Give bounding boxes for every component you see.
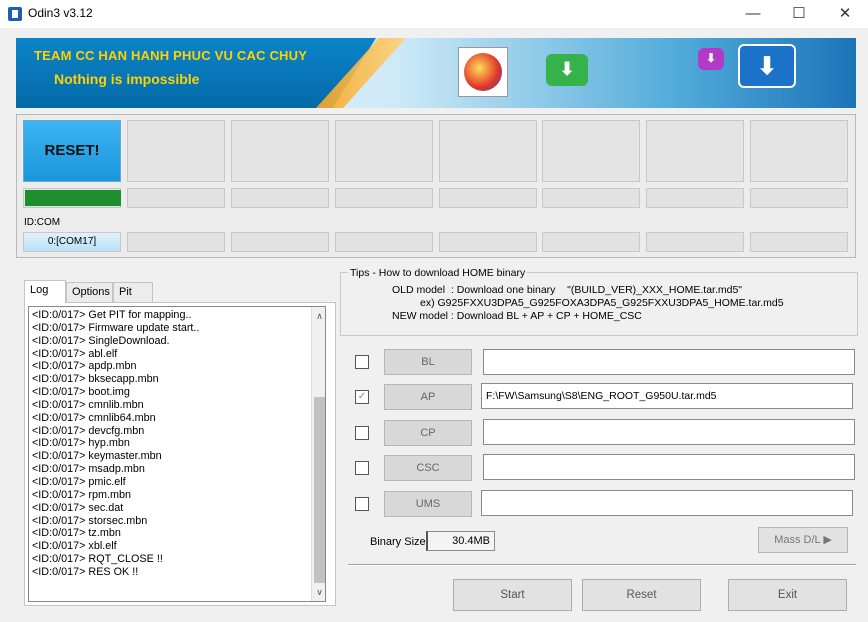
device-slot-4 [335,120,433,182]
com-port-5 [439,232,537,252]
com-port-8 [750,232,848,252]
com-port-1: 0:[COM17] [23,232,121,252]
com-port-4 [335,232,433,252]
com-port-6 [542,232,640,252]
tips-old-model: OLD model : Download one binary "(BUILD_… [392,284,743,296]
progress-bar-2 [127,188,225,208]
log-line: <ID:0/017> apdp.mbn [32,360,137,373]
ums-path-field[interactable] [481,490,853,516]
log-scrollbar[interactable]: ∧ ∨ [311,307,325,601]
device-slot-6 [542,120,640,182]
id-com-label: ID:COM [24,217,61,228]
progress-bar-4 [335,188,433,208]
log-line: <ID:0/017> Get PIT for mapping.. [32,309,192,321]
com-port-7 [646,232,744,252]
exit-button[interactable]: Exit [728,579,847,611]
separator [348,564,856,566]
maximize-icon[interactable]: ☐ [776,0,822,28]
csc-path-field[interactable] [483,454,855,480]
ap-checkbox[interactable]: ✓ [355,390,369,404]
cp-button[interactable]: CP [384,420,472,446]
ap-button[interactable]: AP [384,384,472,410]
log-line: <ID:0/017> bksecapp.mbn [32,373,159,386]
progress-bar-3 [231,188,329,208]
device-slot-2 [127,120,225,182]
ap-path-field[interactable]: F:\FW\Samsung\S8\ENG_ROOT_G950U.tar.md5 [481,383,853,409]
binary-size-label: Binary Size [370,536,426,548]
banner: TEAM CC HAN HANH PHUC VU CAC CHUY Nothin… [16,38,856,108]
log-line: <ID:0/017> RES OK !! [32,565,139,578]
log-line: <ID:0/017> msadp.mbn [32,463,145,476]
download-purple-icon: ⬇ [698,48,724,70]
scroll-up-icon[interactable]: ∧ [312,309,325,323]
mass-dl-button[interactable]: Mass D/L ▶ [758,527,848,553]
log-line: <ID:0/017> devcfg.mbn [32,424,145,437]
log-line: <ID:0/017> SingleDownload. [32,334,170,347]
bl-path-field[interactable] [483,349,855,375]
ums-button[interactable]: UMS [384,491,472,517]
cp-path-field[interactable] [483,419,855,445]
banner-slogan: Nothing is impossible [54,71,200,87]
log-lines: <ID:0/017> Get PIT for mapping.. <ID:0/01… [32,309,307,579]
bl-checkbox[interactable] [355,355,369,369]
start-button[interactable]: Start [453,579,572,611]
reset-button[interactable]: Reset [582,579,701,611]
log-line: <ID:0/017> xbl.elf [32,540,117,553]
close-icon[interactable]: ✕ [822,0,868,28]
progress-bar-1-fill [25,190,121,206]
tips-title: Tips - How to download HOME binary [348,267,528,279]
ums-checkbox[interactable] [355,497,369,511]
scroll-down-icon[interactable]: ∨ [312,585,325,599]
log-line: <ID:0/017> cmnlib.mbn [32,398,144,411]
minimize-icon[interactable]: — [730,0,776,28]
log-line: <ID:0/017> rpm.mbn [32,488,132,501]
com-port-2 [127,232,225,252]
cp-checkbox[interactable] [355,426,369,440]
log-line: <ID:0/017> keymaster.mbn [32,450,162,463]
log-line: <ID:0/017> pmic.elf [32,475,126,488]
log-line: <ID:0/017> cmnlib64.mbn [32,411,156,424]
log-line: <ID:0/017> sec.dat [32,501,124,514]
tab-log[interactable]: Log [24,280,66,303]
device-slot-8 [750,120,848,182]
progress-bar-7 [646,188,744,208]
progress-bar-8 [750,188,848,208]
progress-bar-1 [23,188,121,208]
tips-example: ex) G925FXXU3DPA5_G925FOXA3DPA5_G925FXXU… [420,297,784,309]
log-line: <ID:0/017> boot.img [32,386,130,399]
download-blue-icon: ⬇ [738,44,796,88]
com-port-3 [231,232,329,252]
bl-button[interactable]: BL [384,349,472,375]
reset-slot-button[interactable]: RESET! [23,120,121,182]
log-line: <ID:0/017> RQT_CLOSE !! [32,553,163,566]
csc-button[interactable]: CSC [384,455,472,481]
log-line: <ID:0/017> storsec.mbn [32,514,148,527]
log-line: <ID:0/017> abl.elf [32,347,118,360]
title-bar: Odin3 v3.12 — ☐ ✕ [0,0,868,28]
tab-options[interactable]: Options [66,282,113,302]
log-line: <ID:0/017> Firmware update start.. [32,321,200,334]
scroll-thumb[interactable] [314,397,325,583]
window-title: Odin3 v3.12 [28,6,93,20]
app-icon [8,7,22,21]
log-line: <ID:0/017> hyp.mbn [32,437,130,450]
binary-size-value: 30.4MB [426,531,495,551]
tab-pit[interactable]: Pit [113,282,153,302]
progress-bar-6 [542,188,640,208]
device-slot-5 [439,120,537,182]
globe-logo-icon [458,47,508,97]
download-green-icon: ⬇ [546,54,588,86]
log-textbox[interactable]: <ID:0/017> Get PIT for mapping.. <ID:0/01… [28,306,326,602]
banner-headline: TEAM CC HAN HANH PHUC VU CAC CHUY [34,48,308,63]
tips-new-model: NEW model : Download BL + AP + CP + HOME… [392,310,642,322]
csc-checkbox[interactable] [355,461,369,475]
progress-bar-5 [439,188,537,208]
device-slot-7 [646,120,744,182]
device-slot-3 [231,120,329,182]
log-line: <ID:0/017> tz.mbn [32,527,121,540]
